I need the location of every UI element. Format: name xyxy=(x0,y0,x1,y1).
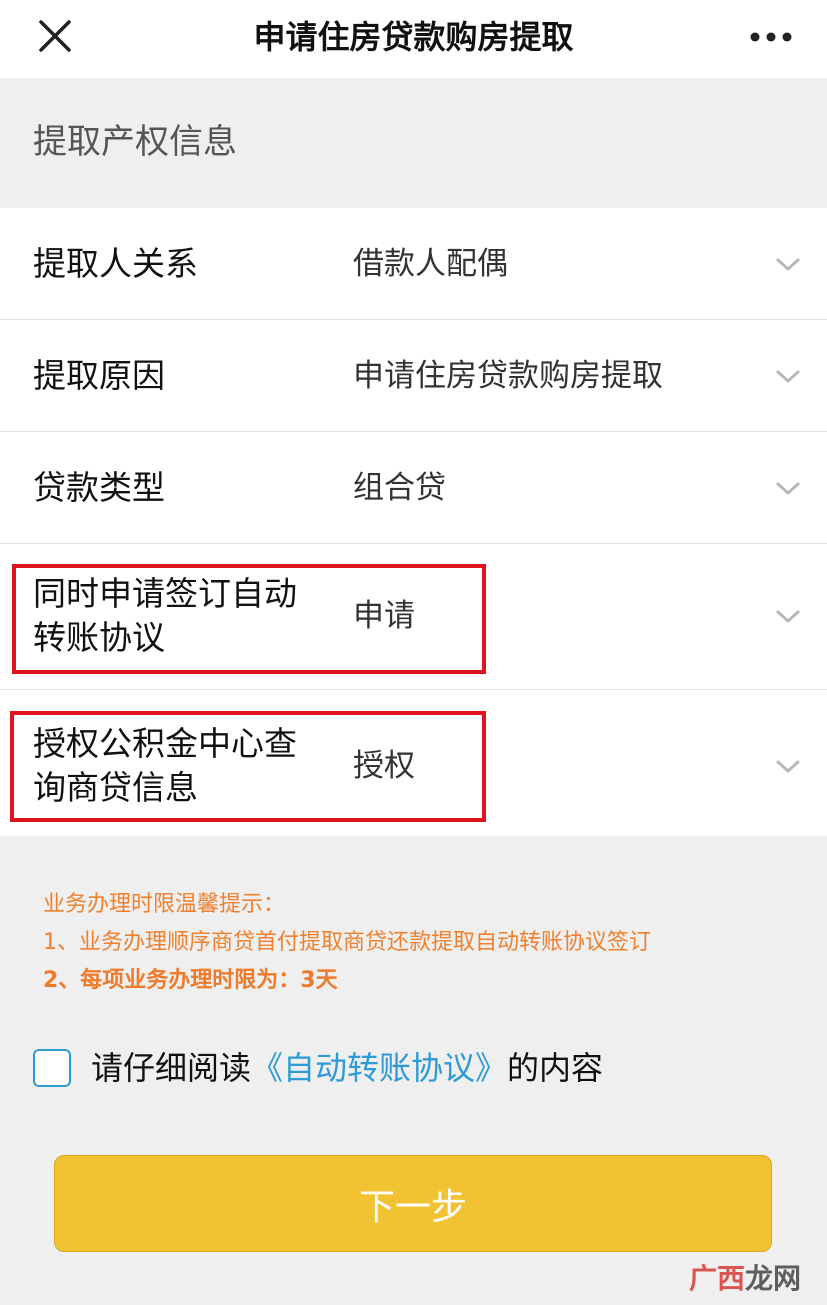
agreement-prefix: 请仔细阅读 xyxy=(91,1049,252,1087)
row-value: 借款人配偶 xyxy=(353,246,508,282)
section-header: 提取产权信息 xyxy=(0,78,827,208)
page-title: 申请住房贷款购房提取 xyxy=(253,18,574,56)
chevron-down-icon xyxy=(776,370,800,383)
chevron-down-icon xyxy=(776,482,800,495)
top-bar: 申请住房贷款购房提取 xyxy=(0,0,827,78)
agreement-suffix: 的内容 xyxy=(507,1049,604,1087)
row-value: 组合贷 xyxy=(353,470,446,506)
agreement-checkbox[interactable] xyxy=(33,1049,71,1087)
form-row-relation[interactable]: 提取人关系 借款人配偶 xyxy=(0,208,827,320)
more-dots-icon[interactable] xyxy=(745,20,797,54)
watermark-logo: 广西龙网 xyxy=(689,1257,801,1297)
form-row-loan-type[interactable]: 贷款类型 组合贷 xyxy=(0,432,827,544)
chevron-down-icon xyxy=(776,760,800,773)
form-row-reason[interactable]: 提取原因 申请住房贷款购房提取 xyxy=(0,320,827,432)
chevron-down-icon xyxy=(776,610,800,623)
tips-line: 2、每项业务办理时限为：3天 xyxy=(43,968,338,993)
row-label: 提取原因 xyxy=(33,356,165,395)
row-value: 申请住房贷款购房提取 xyxy=(353,358,663,394)
watermark-text: 龙网 xyxy=(744,1262,801,1295)
row-label: 提取人关系 xyxy=(33,244,198,283)
highlight-box-authorize xyxy=(10,711,486,822)
watermark-text: 广西 xyxy=(688,1262,745,1295)
tips-block: 业务办理时限温馨提示： 1、业务办理顺序商贷首付提取商贷还款提取自动转账协议签订… xyxy=(43,886,651,1000)
highlight-box-auto-transfer xyxy=(12,564,486,674)
tips-line: 1、业务办理顺序商贷首付提取商贷还款提取自动转账协议签订 xyxy=(43,930,651,955)
section-title: 提取产权信息 xyxy=(33,122,237,162)
next-button[interactable]: 下一步 xyxy=(54,1155,772,1252)
agreement-text: 请仔细阅读《自动转账协议》的内容 xyxy=(91,1046,603,1090)
agreement-link[interactable]: 《自动转账协议》 xyxy=(251,1049,507,1087)
chevron-down-icon xyxy=(776,258,800,271)
tips-title: 业务办理时限温馨提示： xyxy=(43,892,286,917)
row-label: 贷款类型 xyxy=(33,468,165,507)
agreement-row: 请仔细阅读《自动转账协议》的内容 xyxy=(33,1046,603,1090)
